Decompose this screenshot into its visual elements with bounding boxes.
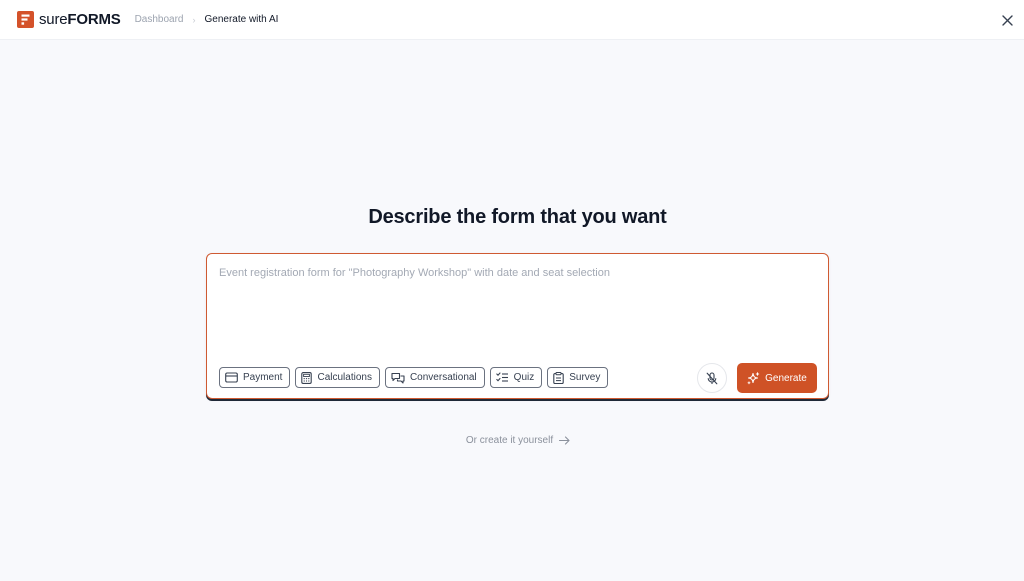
chip-conversational-label: Conversational — [409, 372, 477, 383]
prompt-card: Payment Calculations Conversational — [206, 253, 829, 399]
breadcrumb: Dashboard › Generate with AI — [135, 14, 279, 25]
create-manually-link[interactable]: Or create it yourself — [0, 435, 1024, 446]
generate-button-label: Generate — [765, 372, 807, 384]
sparkles-icon — [747, 371, 760, 384]
breadcrumb-current: Generate with AI — [204, 14, 279, 25]
create-manually-label: Or create it yourself — [465, 435, 554, 446]
chip-quiz-label: Quiz — [513, 372, 535, 383]
logo-text-forms: FORMS — [67, 11, 121, 28]
chip-survey[interactable]: Survey — [547, 367, 609, 388]
chip-payment-label: Payment — [243, 372, 283, 383]
chip-conversational[interactable]: Conversational — [384, 367, 485, 388]
chip-quiz[interactable]: Quiz — [489, 367, 543, 388]
sureforms-logo-icon — [17, 11, 34, 28]
chip-survey-label: Survey — [569, 372, 601, 383]
mic-toggle-button[interactable] — [697, 363, 727, 393]
form-type-chips: Payment Calculations Conversational Quiz… — [219, 367, 609, 388]
close-icon — [1001, 14, 1013, 26]
clipboard-icon — [553, 371, 564, 384]
prompt-input[interactable] — [219, 265, 817, 355]
sureforms-logo[interactable]: sureFORMS — [17, 11, 121, 28]
chip-calculations[interactable]: Calculations — [295, 367, 380, 388]
top-bar: sureFORMS Dashboard › Generate with AI — [0, 0, 1024, 40]
chip-calculations-label: Calculations — [317, 372, 372, 383]
checklist-icon — [495, 372, 508, 382]
generate-button[interactable]: Generate — [737, 363, 817, 393]
chat-bubbles-icon — [391, 372, 405, 384]
close-button[interactable] — [998, 11, 1016, 29]
logo-text-sure: sure — [39, 11, 68, 28]
logo-text: sureFORMS — [39, 11, 121, 28]
page-title: Describe the form that you want — [368, 206, 667, 228]
chevron-right-icon: › — [192, 14, 196, 25]
breadcrumb-dashboard[interactable]: Dashboard — [135, 14, 184, 25]
chip-payment[interactable]: Payment — [219, 367, 291, 388]
mic-off-icon — [706, 371, 718, 384]
arrow-right-icon — [559, 436, 570, 445]
credit-card-icon — [225, 372, 238, 383]
calculator-icon — [301, 371, 313, 384]
